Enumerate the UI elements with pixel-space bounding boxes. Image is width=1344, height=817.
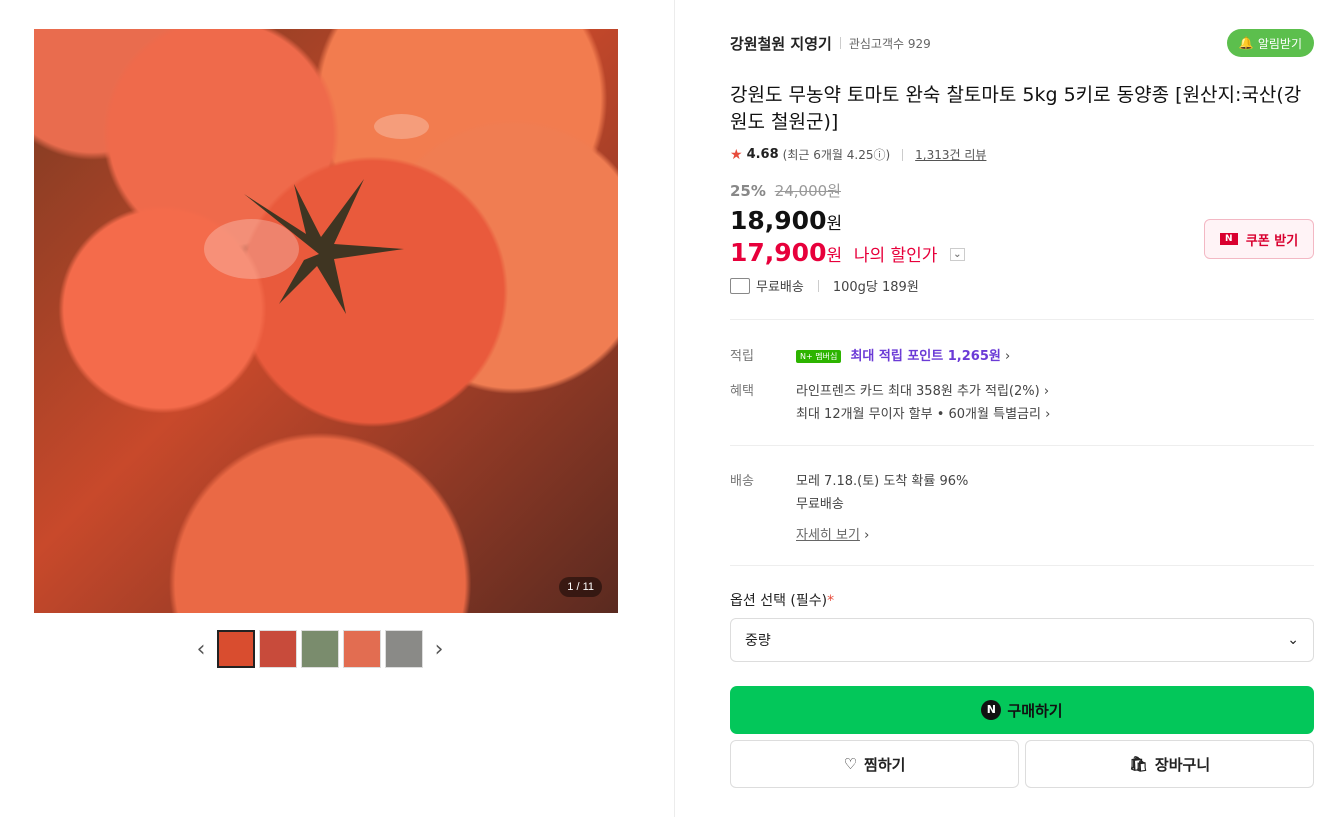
- discount-rate: 25%: [730, 182, 766, 200]
- image-highlight: [374, 114, 429, 139]
- notify-label: 알림받기: [1257, 36, 1302, 51]
- chevron-down-icon: ⌄: [1287, 632, 1299, 648]
- price-discount-row: 25% 24,000원: [730, 180, 841, 201]
- thumbnail-1[interactable]: [217, 630, 255, 668]
- interest-count: 관심고객수 929: [848, 36, 931, 51]
- my-price-value: 17,900: [730, 238, 827, 267]
- benefit-installment-text: 최대 12개월 무이자 할부 • 60개월 특별금리: [796, 407, 1041, 422]
- coupon-icon: N: [1219, 233, 1238, 245]
- divider: [902, 148, 904, 161]
- rating-row: ★ 4.68 (최근 6개월 4.25ⓘ) 1,313건 리뷰: [730, 146, 986, 163]
- cart-label: 장바구니: [1154, 755, 1211, 774]
- sale-price-value: 18,900: [730, 206, 827, 235]
- wish-label: 찜하기: [864, 755, 906, 774]
- sale-price: 18,900원: [730, 206, 842, 235]
- membership-badge: N+ 멤버십: [796, 350, 842, 363]
- points-text: 최대 적립 포인트 1,265원: [850, 349, 1001, 364]
- benefit-card-text: 라인프렌즈 카드 최대 358원 추가 적립(2%): [796, 384, 1040, 399]
- shipping-summary: 무료배송 100g당 189원: [730, 276, 919, 295]
- chevron-right-icon: ›: [864, 528, 870, 543]
- delivery-free: 무료배송: [796, 497, 844, 512]
- chevron-right-icon: ›: [1043, 384, 1050, 399]
- chevron-right-icon: ›: [1045, 407, 1051, 422]
- divider: [839, 37, 841, 49]
- coupon-button[interactable]: N 쿠폰 받기: [1204, 219, 1314, 259]
- details-text: 자세히 보기: [796, 528, 860, 543]
- naver-pay-icon: N: [981, 700, 1002, 720]
- star-icon: ★: [730, 146, 743, 163]
- image-counter: 1 / 11: [559, 577, 602, 597]
- shopping-bag-icon: 🛍: [1128, 755, 1148, 773]
- wish-button[interactable]: ♡ 찜하기: [730, 740, 1019, 788]
- thumbnail-5[interactable]: [385, 630, 423, 668]
- recent-rating: (최근 6개월 4.25ⓘ): [782, 148, 891, 162]
- tomato-stem-icon: [244, 179, 404, 314]
- store-name[interactable]: 강원철원 지영기: [730, 33, 832, 54]
- main-product-image[interactable]: 1 / 11: [34, 29, 618, 613]
- thumbnail-3[interactable]: [301, 630, 339, 668]
- option-label-text: 옵션 선택 (필수): [730, 593, 828, 609]
- notify-button[interactable]: 🔔 알림받기: [1226, 29, 1314, 57]
- shipping-text: 무료배송: [756, 280, 804, 295]
- sale-price-unit: 원: [826, 214, 843, 234]
- next-image-button[interactable]: ›: [427, 637, 451, 662]
- previous-image-button[interactable]: ‹: [189, 637, 213, 662]
- product-title: 강원도 무농약 토마토 완숙 찰토마토 5kg 5키로 동양종 [원산지:국산(…: [730, 84, 1302, 133]
- my-price-unit: 원: [826, 246, 843, 266]
- required-mark: *: [827, 593, 835, 609]
- rating-value: 4.68: [746, 147, 779, 162]
- my-price-label: 나의 할인가: [853, 246, 938, 266]
- section-divider: [730, 565, 1314, 566]
- store-header: 강원철원 지영기 관심고객수 929 🔔 알림받기: [730, 29, 1314, 57]
- delivery-arrival: 모레 7.18.(토) 도착 확률 96%: [796, 474, 969, 489]
- delivery-label: 배송: [730, 474, 754, 489]
- option-selected: 중량: [745, 633, 771, 649]
- cart-button[interactable]: 🛍 장바구니: [1025, 740, 1314, 788]
- benefit-installment[interactable]: 최대 12개월 무이자 할부 • 60개월 특별금리 ›: [796, 403, 1050, 422]
- option-label: 옵션 선택 (필수)*: [730, 590, 834, 610]
- section-divider: [730, 319, 1314, 320]
- original-price: 24,000원: [774, 182, 841, 200]
- review-link[interactable]: 1,313건 리뷰: [915, 146, 986, 163]
- details-link[interactable]: 자세히 보기 ›: [796, 524, 869, 543]
- section-divider: [730, 445, 1314, 446]
- bell-icon: 🔔: [1238, 36, 1254, 50]
- truck-icon: [730, 277, 750, 294]
- thumbnail-4[interactable]: [343, 630, 381, 668]
- chevron-right-icon: ›: [1004, 349, 1011, 364]
- heart-icon: ♡: [843, 755, 858, 773]
- buy-label: 구매하기: [1007, 701, 1063, 720]
- product-gallery-panel: 1 / 11 ‹ ›: [0, 0, 675, 817]
- coupon-label: 쿠폰 받기: [1245, 233, 1299, 249]
- buy-button[interactable]: N 구매하기: [730, 686, 1314, 734]
- thumbnail-strip: ‹ ›: [189, 628, 469, 670]
- points-label: 적립: [730, 349, 754, 364]
- thumbnail-2[interactable]: [259, 630, 297, 668]
- chevron-down-icon: ⌄: [950, 247, 965, 261]
- unit-price: 100g당 189원: [832, 280, 919, 295]
- my-discount-price[interactable]: 17,900원 나의 할인가 ⌄: [730, 238, 965, 267]
- benefit-card[interactable]: 라인프렌즈 카드 최대 358원 추가 적립(2%) ›: [796, 380, 1049, 399]
- option-select[interactable]: 중량 ⌄: [730, 618, 1314, 662]
- points-row[interactable]: N+ 멤버십 최대 적립 포인트 1,265원 ›: [796, 345, 1010, 364]
- benefits-label: 혜택: [730, 384, 754, 399]
- divider: [817, 279, 819, 292]
